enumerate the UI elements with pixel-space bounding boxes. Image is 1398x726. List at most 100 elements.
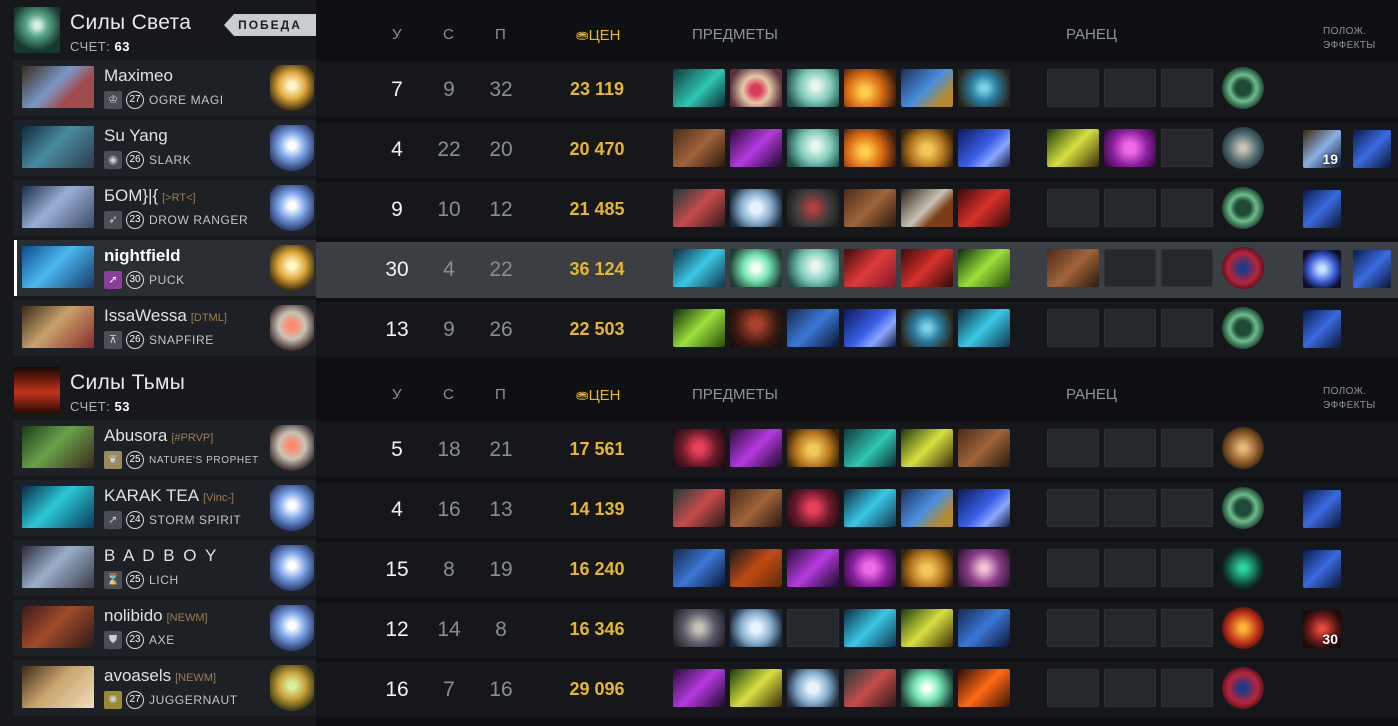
item-slot[interactable] xyxy=(730,489,782,527)
backpack-slot[interactable] xyxy=(1161,189,1213,227)
player-row[interactable]: KARAK TEA [Vinc-] ➚ 24 STORM SPIRIT xyxy=(14,480,316,536)
item-slot[interactable] xyxy=(673,249,725,287)
item-slot-empty[interactable] xyxy=(787,609,839,647)
item-slot[interactable] xyxy=(844,609,896,647)
player-name[interactable]: nightfield xyxy=(104,246,184,266)
item-slot[interactable] xyxy=(958,249,1010,287)
item-slot[interactable] xyxy=(958,489,1010,527)
player-name[interactable]: B A D B O Y xyxy=(104,546,222,566)
player-name[interactable]: IssaWessa [DTML] xyxy=(104,306,227,326)
item-slot[interactable] xyxy=(673,69,725,107)
item-slot[interactable] xyxy=(844,69,896,107)
player-row[interactable]: Su Yang ◉ 26 SLARK xyxy=(14,120,316,176)
item-slot[interactable] xyxy=(787,129,839,167)
backpack-slot[interactable] xyxy=(1047,309,1099,347)
backpack-slot[interactable] xyxy=(1161,609,1213,647)
item-slot[interactable] xyxy=(673,669,725,707)
backpack-slot[interactable] xyxy=(1161,129,1213,167)
player-row[interactable]: Abusora [#PRVP] ❦ 25 NATURE'S PROPHET xyxy=(14,420,316,476)
player-name[interactable]: avoasels [NEWM] xyxy=(104,666,216,686)
backpack-slot[interactable] xyxy=(1047,249,1099,287)
item-slot[interactable] xyxy=(787,429,839,467)
item-slot[interactable] xyxy=(730,129,782,167)
item-slot[interactable] xyxy=(673,429,725,467)
backpack-slot[interactable] xyxy=(1161,669,1213,707)
item-slot[interactable] xyxy=(844,669,896,707)
backpack-slot[interactable] xyxy=(1104,69,1156,107)
backpack-slot[interactable] xyxy=(1161,309,1213,347)
item-slot[interactable] xyxy=(901,429,953,467)
item-slot[interactable] xyxy=(673,489,725,527)
neutral-item-icon[interactable] xyxy=(1222,247,1264,289)
item-slot[interactable] xyxy=(958,309,1010,347)
item-slot[interactable] xyxy=(844,489,896,527)
player-row[interactable]: nolibido [NEWM] ⛊ 23 AXE xyxy=(14,600,316,656)
item-slot[interactable] xyxy=(730,429,782,467)
neutral-item-icon[interactable] xyxy=(1222,547,1264,589)
item-slot[interactable] xyxy=(673,309,725,347)
player-row[interactable]: IssaWessa [DTML] ⊼ 26 SNAPFIRE xyxy=(14,300,316,356)
item-slot[interactable] xyxy=(901,489,953,527)
neutral-item-icon[interactable] xyxy=(1222,427,1264,469)
item-slot[interactable] xyxy=(673,129,725,167)
item-slot[interactable] xyxy=(901,69,953,107)
player-row-highlighted[interactable]: nightfield ➚ 30 PUCK xyxy=(14,240,316,296)
item-slot[interactable] xyxy=(787,309,839,347)
backpack-slot[interactable] xyxy=(1104,309,1156,347)
item-slot[interactable] xyxy=(844,309,896,347)
player-name[interactable]: nolibido [NEWM] xyxy=(104,606,208,626)
item-slot[interactable] xyxy=(901,609,953,647)
backpack-slot[interactable] xyxy=(1104,429,1156,467)
item-slot[interactable] xyxy=(901,309,953,347)
backpack-slot[interactable] xyxy=(1161,549,1213,587)
item-slot[interactable] xyxy=(730,309,782,347)
backpack-slot[interactable] xyxy=(1161,429,1213,467)
item-slot[interactable] xyxy=(958,549,1010,587)
item-slot[interactable] xyxy=(958,609,1010,647)
neutral-item-icon[interactable] xyxy=(1222,307,1264,349)
backpack-slot[interactable] xyxy=(1161,489,1213,527)
item-slot[interactable] xyxy=(844,129,896,167)
backpack-slot[interactable] xyxy=(1047,549,1099,587)
item-slot[interactable] xyxy=(844,189,896,227)
backpack-slot[interactable] xyxy=(1104,549,1156,587)
player-row[interactable]: БОМ}|{[>RT<] ➶ 23 DROW RANGER xyxy=(14,180,316,236)
neutral-item-icon[interactable] xyxy=(1222,187,1264,229)
item-slot[interactable] xyxy=(958,129,1010,167)
item-slot[interactable] xyxy=(787,669,839,707)
item-slot[interactable] xyxy=(787,249,839,287)
item-slot[interactable] xyxy=(958,669,1010,707)
item-slot[interactable] xyxy=(901,129,953,167)
item-slot[interactable] xyxy=(673,609,725,647)
backpack-slot[interactable] xyxy=(1047,129,1099,167)
item-slot[interactable] xyxy=(673,549,725,587)
neutral-item-icon[interactable] xyxy=(1222,67,1264,109)
item-slot[interactable] xyxy=(958,429,1010,467)
backpack-slot[interactable] xyxy=(1104,609,1156,647)
neutral-item-icon[interactable] xyxy=(1222,127,1264,169)
item-slot[interactable] xyxy=(787,69,839,107)
item-slot[interactable] xyxy=(787,189,839,227)
item-slot[interactable] xyxy=(958,69,1010,107)
item-slot[interactable] xyxy=(844,549,896,587)
backpack-slot[interactable] xyxy=(1047,489,1099,527)
player-name[interactable]: БОМ}|{[>RT<] xyxy=(104,186,196,206)
backpack-slot[interactable] xyxy=(1047,429,1099,467)
item-slot[interactable] xyxy=(730,69,782,107)
backpack-slot[interactable] xyxy=(1104,669,1156,707)
player-row[interactable]: avoasels [NEWM] ✺ 27 JUGGERNAUT xyxy=(14,660,316,716)
item-slot[interactable] xyxy=(673,189,725,227)
backpack-slot[interactable] xyxy=(1104,129,1156,167)
backpack-slot[interactable] xyxy=(1047,69,1099,107)
backpack-slot[interactable] xyxy=(1047,189,1099,227)
player-name[interactable]: Abusora [#PRVP] xyxy=(104,426,213,446)
backpack-slot[interactable] xyxy=(1104,249,1156,287)
player-name[interactable]: KARAK TEA [Vinc-] xyxy=(104,486,234,506)
player-row[interactable]: Maximeo ♔ 27 OGRE MAGI xyxy=(14,60,316,116)
item-slot[interactable] xyxy=(901,549,953,587)
backpack-slot[interactable] xyxy=(1161,69,1213,107)
neutral-item-icon[interactable] xyxy=(1222,487,1264,529)
player-name[interactable]: Maximeo xyxy=(104,66,177,86)
item-slot[interactable] xyxy=(901,189,953,227)
item-slot[interactable] xyxy=(787,489,839,527)
